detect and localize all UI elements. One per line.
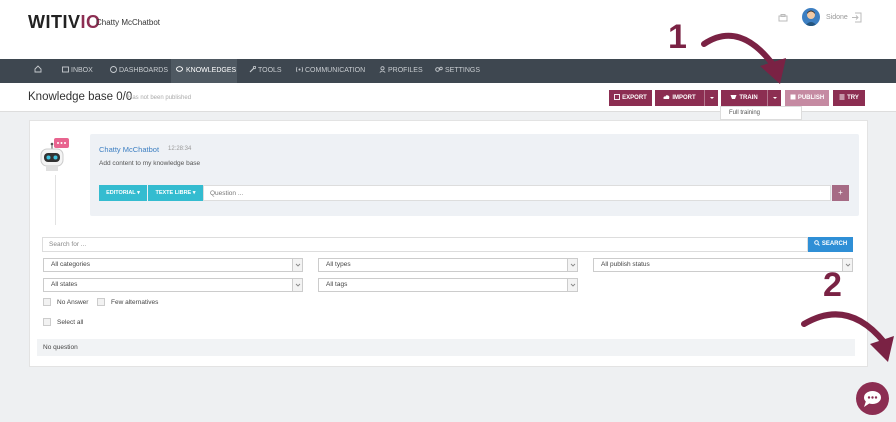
dashboard-icon: [110, 66, 117, 73]
no-answer-label: No Answer: [57, 299, 89, 306]
export-button[interactable]: EXPORT: [609, 90, 652, 106]
nav-home[interactable]: [34, 59, 48, 83]
publish-button[interactable]: PUBLISH: [785, 90, 829, 106]
categories-select[interactable]: All categories: [43, 258, 303, 272]
export-icon: [614, 94, 621, 100]
logout-icon[interactable]: [851, 12, 862, 23]
annotation-step-1: 1: [668, 18, 687, 56]
train-dropdown-toggle[interactable]: [767, 90, 781, 106]
tags-select[interactable]: All tags: [318, 278, 578, 292]
few-alternatives-label: Few alternatives: [111, 299, 159, 306]
nav-tools[interactable]: TOOLS: [249, 59, 282, 83]
try-icon: [839, 94, 845, 100]
select-all-checkbox[interactable]: [43, 318, 51, 326]
chevron-down-icon: [567, 259, 577, 271]
chat-message-text: Add content to my knowledge base: [99, 160, 201, 167]
chevron-down-icon: [842, 259, 852, 271]
robot-avatar-icon: [40, 138, 69, 171]
chevron-down-icon: [567, 279, 577, 291]
profile-icon: [379, 66, 386, 73]
import-dropdown-toggle[interactable]: [704, 90, 718, 106]
import-button[interactable]: IMPORT: [655, 90, 718, 106]
nav-dashboards[interactable]: DASHBOARDS: [110, 59, 168, 83]
question-input[interactable]: [203, 185, 831, 201]
chat-timeline-line: [55, 175, 56, 225]
chat-icon: [864, 391, 881, 407]
caret-down-icon: [710, 97, 714, 99]
types-select[interactable]: All types: [318, 258, 578, 272]
chat-launcher-button[interactable]: [856, 382, 889, 415]
train-button[interactable]: TRAIN: [721, 90, 781, 106]
chevron-down-icon: [292, 259, 302, 271]
home-icon: [34, 65, 42, 73]
inbox-icon: [62, 66, 69, 73]
try-button[interactable]: TRY: [833, 90, 865, 106]
publish-status-text: Has not been published: [128, 95, 192, 101]
search-button[interactable]: SEARCH: [808, 237, 853, 252]
curved-arrow-icon: [801, 311, 894, 362]
annotation-step-2: 2: [823, 266, 842, 304]
publish-status-select[interactable]: All publish status: [593, 258, 853, 272]
add-question-button[interactable]: +: [832, 185, 849, 201]
publish-icon: [790, 94, 796, 100]
select-all-label: Select all: [57, 319, 84, 326]
nav-settings[interactable]: SETTINGS: [435, 59, 480, 83]
texte-libre-dropdown[interactable]: TEXTE LIBRE ▾: [148, 185, 203, 201]
nav-communication[interactable]: COMMUNICATION: [296, 59, 365, 83]
search-icon: [814, 240, 820, 246]
train-dropdown-menu: Full training: [720, 106, 802, 120]
editorial-dropdown[interactable]: EDITORIAL ▾: [99, 185, 147, 201]
nav-inbox[interactable]: INBOX: [62, 59, 93, 83]
chat-bot-name: Chatty McChatbot: [99, 145, 160, 154]
avatar[interactable]: [802, 8, 820, 26]
wrench-icon: [249, 65, 257, 73]
page-title: Knowledge base 0/0: [28, 91, 133, 103]
nav-profiles[interactable]: PROFILES: [379, 59, 423, 83]
full-training-item[interactable]: Full training: [729, 110, 760, 116]
user-name[interactable]: Sidone: [826, 14, 848, 21]
bot-name: Chatty McChatbot: [96, 18, 161, 27]
gears-icon: [435, 66, 443, 72]
train-icon: [730, 95, 737, 99]
curved-arrow-icon: [701, 32, 786, 84]
few-alternatives-checkbox[interactable]: [97, 298, 105, 306]
nav-knowledges[interactable]: KNOWLEDGES: [171, 59, 237, 83]
print-icon[interactable]: [778, 14, 788, 22]
search-input[interactable]: [42, 237, 808, 252]
states-select[interactable]: All states: [43, 278, 303, 292]
empty-list-message: No question: [37, 339, 855, 356]
cloud-upload-icon: [663, 95, 670, 99]
app-logo[interactable]: WITIVIO: [28, 12, 101, 33]
chat-message-box: [90, 134, 859, 216]
chat-timestamp: 12:28:34: [168, 146, 192, 152]
caret-down-icon: [773, 97, 777, 99]
no-answer-checkbox[interactable]: [43, 298, 51, 306]
chevron-down-icon: [292, 279, 302, 291]
broadcast-icon: [296, 66, 303, 73]
chat-bubbles-icon: [176, 66, 183, 72]
